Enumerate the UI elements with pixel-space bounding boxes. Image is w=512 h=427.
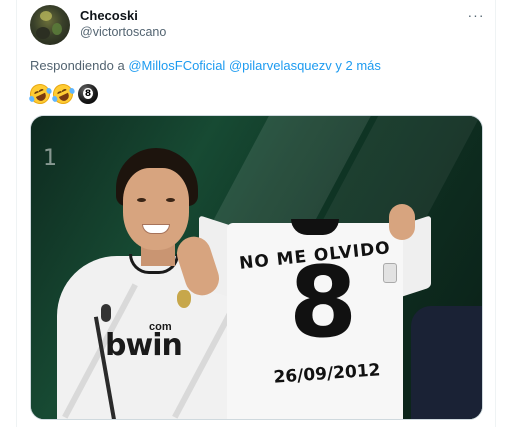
rolling-on-floor-laughing-emoji [26,80,54,108]
mention-link[interactable]: @pilarvelasquezv [229,58,332,73]
player-face [123,168,189,250]
rolling-on-floor-laughing-emoji [49,80,77,108]
microphone-icon [101,304,111,322]
author-handle[interactable]: @victortoscano [80,25,166,39]
replying-to-prefix: Respondiendo a [30,58,125,73]
tweet-text-emojis: 8 [26,80,98,108]
tweet-photo[interactable]: 1 com bwin NO ME OLVIDO 8 26/09/2012 [30,115,483,420]
club-crest [177,290,191,308]
author-display-name[interactable]: Checoski [80,8,138,23]
author-avatar[interactable] [30,5,70,45]
shirt-number: 8 [289,246,358,360]
avatar-detail [40,11,52,21]
replying-to-line: Respondiendo a @MillosFCoficial @pilarve… [30,58,381,73]
background-number: 1 [43,146,57,171]
more-options-icon[interactable]: ··· [464,5,488,25]
avatar-detail [52,23,62,35]
pool-8-ball-emoji: 8 [78,84,98,104]
more-mentions-link[interactable]: y 2 más [335,58,381,73]
league-badge-icon [383,263,397,283]
player-right-hand [389,204,415,240]
mention-link[interactable]: @MillosFCoficial [128,58,225,73]
avatar-detail [36,27,50,39]
sponsor-text: bwin [105,328,183,363]
